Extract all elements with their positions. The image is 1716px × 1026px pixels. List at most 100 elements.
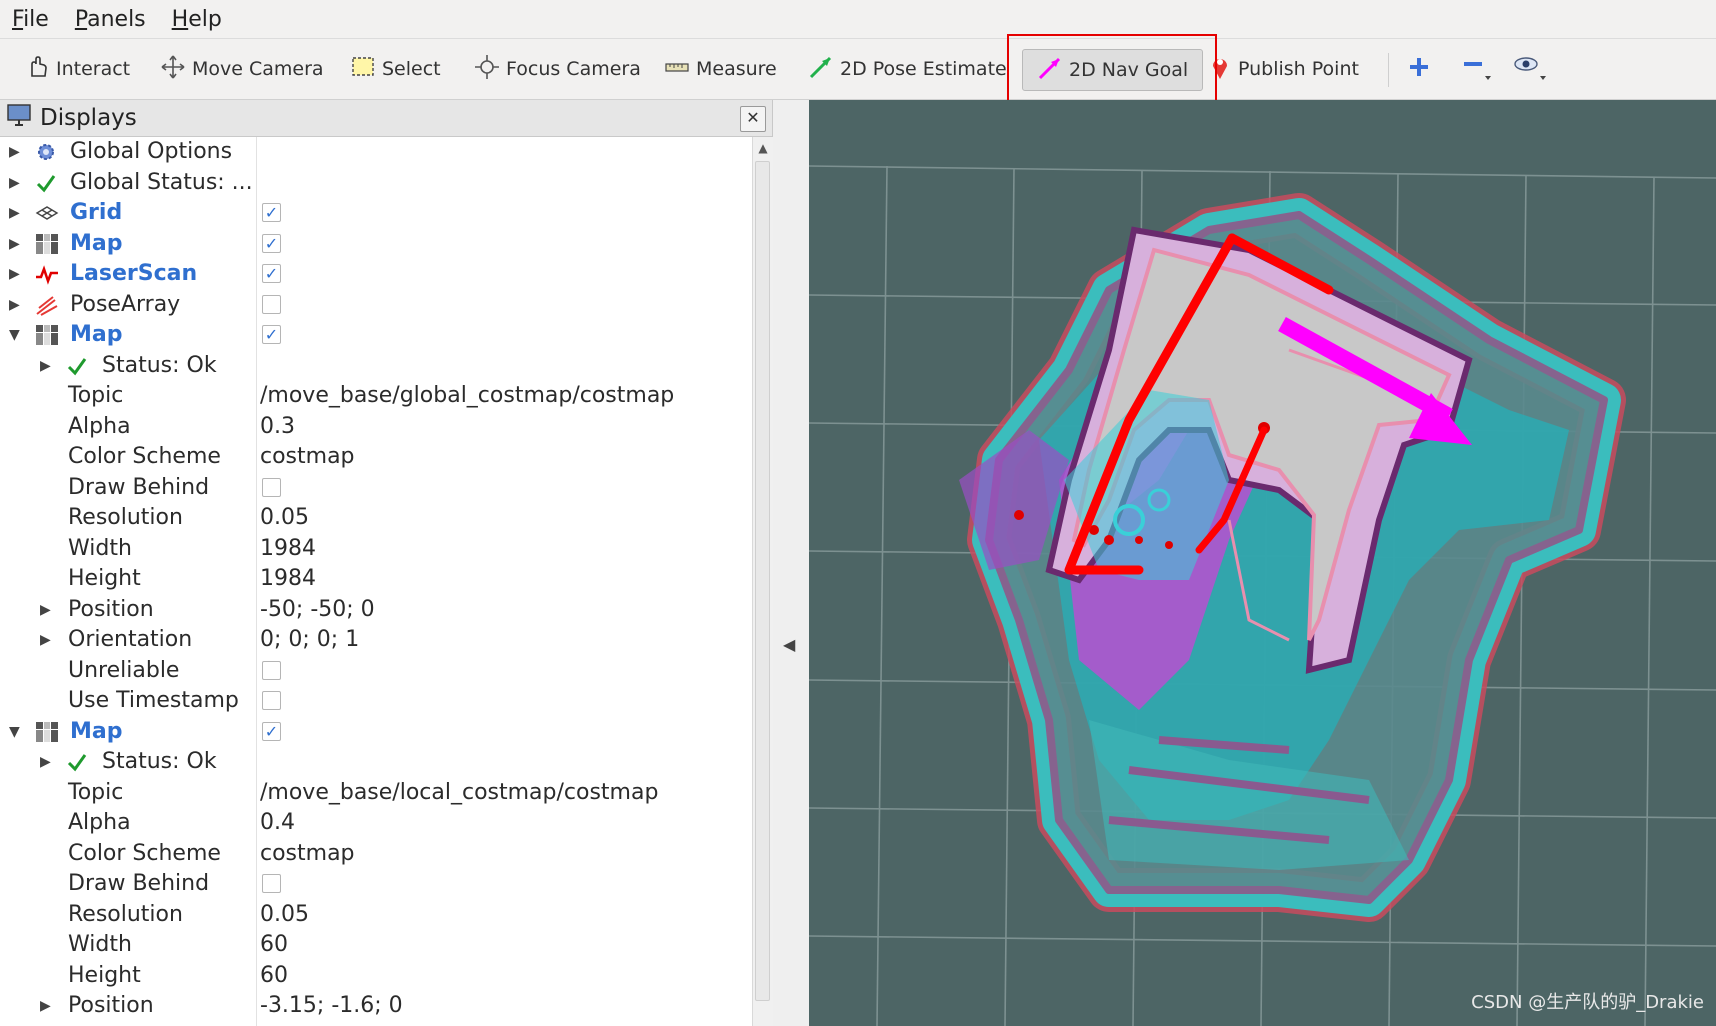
interact-tool-button[interactable]: Interact <box>24 49 130 89</box>
viewport-scene <box>809 165 1716 1026</box>
status-row[interactable]: ▶ Status: Ok <box>0 351 752 381</box>
expand-arrow-icon[interactable]: ▶ <box>40 351 54 381</box>
scroll-thumb[interactable] <box>755 161 770 1001</box>
expand-arrow-icon[interactable]: ▶ <box>40 747 54 777</box>
pose-estimate-tool-button[interactable]: 2D Pose Estimate <box>808 49 1007 89</box>
row-label: Alpha <box>68 810 131 835</box>
row-label: Map <box>70 230 123 256</box>
nav-goal-label: 2D Nav Goal <box>1069 59 1189 81</box>
row-value[interactable]: costmap <box>260 442 355 472</box>
posearray-display-row[interactable]: ▶ PoseArray <box>0 290 752 320</box>
row-label: Resolution <box>68 901 183 927</box>
tool-properties-button[interactable] <box>1512 49 1554 89</box>
focus-camera-tool-button[interactable]: Focus Camera <box>474 49 641 89</box>
enable-checkbox[interactable] <box>262 660 281 680</box>
property-row[interactable]: Color Scheme costmap <box>0 442 752 472</box>
expand-arrow-icon[interactable]: ▶ <box>9 168 23 198</box>
enable-checkbox[interactable] <box>262 477 281 497</box>
property-row[interactable]: Color Scheme costmap <box>0 839 752 869</box>
property-row[interactable]: Draw Behind <box>0 869 752 899</box>
property-row[interactable]: Width 1984 <box>0 534 752 564</box>
property-row[interactable]: Resolution 0.05 <box>0 900 752 930</box>
property-row[interactable]: Use Timestamp <box>0 686 752 716</box>
global-options-row[interactable]: ▶ Global Options <box>0 137 752 167</box>
row-value[interactable]: 0.3 <box>260 412 295 442</box>
collapse-arrow-icon[interactable]: ▼ <box>9 717 23 747</box>
property-row[interactable]: Draw Behind <box>0 473 752 503</box>
row-value[interactable]: 0.05 <box>260 503 309 533</box>
enable-checkbox[interactable] <box>262 874 281 893</box>
enable-checkbox[interactable] <box>262 294 281 314</box>
enable-checkbox[interactable]: ✓ <box>262 721 281 741</box>
expand-arrow-icon[interactable]: ▶ <box>9 198 23 228</box>
row-label: LaserScan <box>70 261 198 286</box>
map-display-row[interactable]: ▶ Map ✓ <box>0 229 752 259</box>
map-icon <box>35 324 59 346</box>
expand-arrow-icon[interactable]: ▶ <box>9 259 23 289</box>
row-value[interactable]: /move_base/global_costmap/costmap <box>260 381 674 411</box>
row-value[interactable]: 60 <box>260 961 288 991</box>
laserscan-display-row[interactable]: ▶ LaserScan ✓ <box>0 259 752 289</box>
collapse-arrow-icon[interactable]: ▼ <box>9 320 23 350</box>
row-value[interactable]: costmap <box>260 839 355 869</box>
row-label: Width <box>68 932 132 957</box>
status-row[interactable]: ▶ Status: Ok <box>0 747 752 777</box>
scroll-up-arrow[interactable]: ▲ <box>753 137 773 159</box>
displays-scrollbar[interactable]: ▲ <box>752 137 773 1026</box>
row-label: PoseArray <box>70 291 181 317</box>
collapse-left-icon[interactable]: ◀ <box>783 635 795 654</box>
nav-goal-tool-button[interactable]: 2D Nav Goal <box>1022 49 1204 91</box>
row-value[interactable]: 60 <box>260 930 288 960</box>
row-value[interactable]: 0; 0; 0; 1 <box>260 625 359 655</box>
menu-panels[interactable]: Panels <box>75 7 146 32</box>
property-row[interactable]: Unreliable <box>0 656 752 686</box>
row-value[interactable]: -50; -50; 0 <box>260 595 375 625</box>
remove-tool-button[interactable] <box>1460 49 1500 89</box>
select-tool-button[interactable]: Select <box>350 49 441 89</box>
expand-arrow-icon[interactable]: ▶ <box>40 991 54 1021</box>
row-value[interactable]: 0.05 <box>260 900 309 930</box>
expand-arrow-icon[interactable]: ▶ <box>9 137 23 167</box>
publish-point-label: Publish Point <box>1238 58 1359 80</box>
menu-help[interactable]: Help <box>172 7 222 32</box>
row-label: Unreliable <box>68 657 180 683</box>
expand-arrow-icon[interactable]: ▶ <box>40 595 54 625</box>
render-viewport[interactable]: CSDN @生产队的驴_Drakie <box>809 100 1716 1026</box>
property-row[interactable]: Resolution 0.05 <box>0 503 752 533</box>
property-row[interactable]: Alpha 0.4 <box>0 808 752 838</box>
enable-checkbox[interactable] <box>262 691 281 710</box>
row-value[interactable]: 1984 <box>260 534 316 564</box>
property-row[interactable]: ▶ Orientation 0; 0; 0; 1 <box>0 625 752 655</box>
property-row[interactable]: Topic/move_base/local_costmap/costmap <box>0 778 752 808</box>
property-row[interactable]: ▶ Position -3.15; -1.6; 0 <box>0 991 752 1021</box>
close-panel-button[interactable]: ✕ <box>740 106 766 132</box>
row-value[interactable]: /move_base/local_costmap/costmap <box>260 778 658 808</box>
property-row[interactable]: Height 60 <box>0 961 752 991</box>
grid-display-row[interactable]: ▶ Grid ✓ <box>0 198 752 228</box>
row-value[interactable]: 0.4 <box>260 808 295 838</box>
measure-tool-button[interactable]: Measure <box>664 49 777 89</box>
property-row[interactable]: Topic/move_base/global_costmap/costmap <box>0 381 752 411</box>
property-row[interactable]: Width 60 <box>0 930 752 960</box>
menu-file[interactable]: File <box>12 7 49 32</box>
global-costmap-display-row[interactable]: ▼ Map ✓ <box>0 320 752 350</box>
panel-splitter[interactable]: ◀ <box>773 100 809 1026</box>
row-value[interactable]: -3.15; -1.6; 0 <box>260 991 403 1021</box>
move-camera-tool-button[interactable]: Move Camera <box>160 49 324 89</box>
local-costmap-display-row[interactable]: ▼ Map ✓ <box>0 717 752 747</box>
enable-checkbox[interactable]: ✓ <box>262 264 281 283</box>
expand-arrow-icon[interactable]: ▶ <box>40 625 54 655</box>
add-tool-button[interactable] <box>1406 49 1438 89</box>
row-value[interactable]: 1984 <box>260 564 316 594</box>
expand-arrow-icon[interactable]: ▶ <box>9 229 23 259</box>
publish-point-tool-button[interactable]: Publish Point <box>1208 49 1359 89</box>
enable-checkbox[interactable]: ✓ <box>262 233 281 253</box>
property-row[interactable]: Alpha 0.3 <box>0 412 752 442</box>
property-row[interactable]: Height 1984 <box>0 564 752 594</box>
magenta-arrow-icon <box>1037 55 1063 86</box>
enable-checkbox[interactable]: ✓ <box>262 203 281 222</box>
expand-arrow-icon[interactable]: ▶ <box>9 290 23 320</box>
property-row[interactable]: ▶ Position -50; -50; 0 <box>0 595 752 625</box>
global-status-row[interactable]: ▶ Global Status: ... <box>0 168 752 198</box>
enable-checkbox[interactable]: ✓ <box>262 325 281 344</box>
